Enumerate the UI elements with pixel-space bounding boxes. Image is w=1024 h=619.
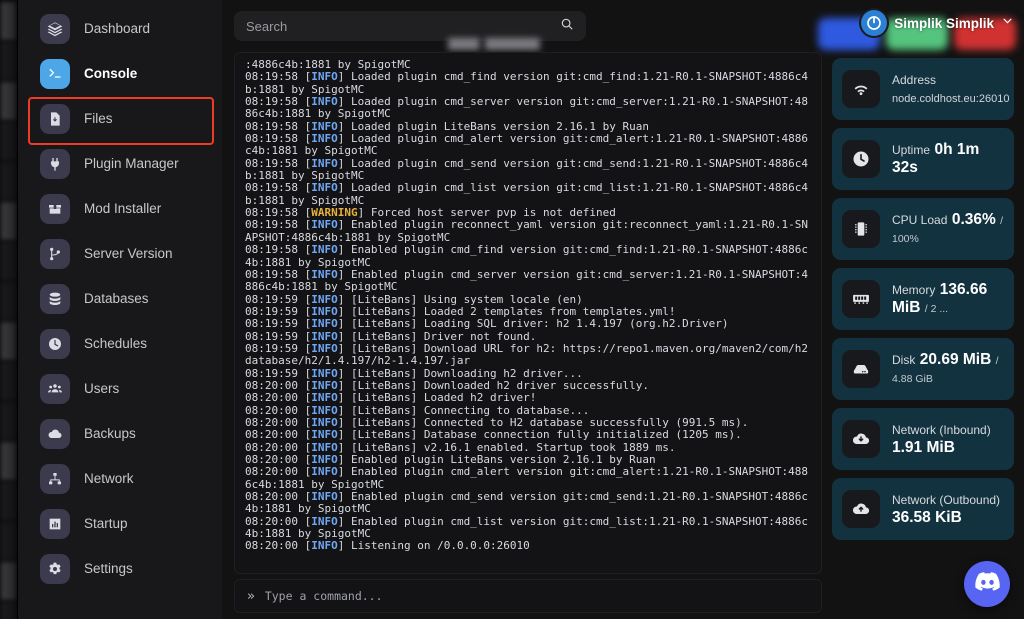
stat-card-network-inbound[interactable]: Network (Inbound) 1.91 MiB — [832, 408, 1014, 470]
stat-text: Uptime 0h 1m 32s — [892, 141, 1004, 177]
layers-icon — [40, 14, 70, 44]
clock-icon — [842, 140, 880, 178]
console-log-text: :4886c4b:1881 by SpigotMC 08:19:58 [INFO… — [245, 58, 808, 553]
sidebar-item-files[interactable]: Files — [26, 97, 214, 141]
sidebar-item-label: Files — [84, 110, 113, 126]
stat-text: Disk 20.69 MiB / 4.88 GiB — [892, 351, 1004, 387]
stat-value: 36.58 KiB — [892, 509, 962, 526]
stat-label: CPU Load — [892, 213, 948, 227]
stat-label: Network (Outbound) — [892, 493, 1001, 507]
stats-panel: Address node.coldhost.eu:26010 Uptime 0h… — [822, 52, 1014, 619]
sidebar-item-schedules[interactable]: Schedules — [26, 322, 214, 366]
sidebar-item-dashboard[interactable]: Dashboard — [26, 7, 214, 51]
console-output[interactable]: :4886c4b:1881 by SpigotMC 08:19:58 [INFO… — [234, 52, 822, 574]
sidebar: Dashboard Console Files Plugin Manager M — [18, 0, 222, 619]
stat-value-sub: / 2 ... — [924, 303, 949, 315]
sidebar-item-label: Databases — [84, 290, 149, 306]
search-input[interactable] — [246, 18, 552, 34]
sidebar-item-label: Dashboard — [84, 20, 151, 36]
topbar: Simplik Simplik — [222, 0, 1024, 52]
stat-card-cpu-load[interactable]: CPU Load 0.36% / 100% — [832, 198, 1014, 260]
sidebar-item-console[interactable]: Console — [26, 52, 214, 96]
sidebar-item-label: Backups — [84, 425, 136, 441]
sidebar-item-label: Users — [84, 380, 120, 396]
sidebar-item-label: Startup — [84, 515, 128, 531]
content-area: :4886c4b:1881 by SpigotMC 08:19:58 [INFO… — [222, 52, 1024, 619]
cloud-download-icon — [842, 420, 880, 458]
discord-button[interactable] — [964, 561, 1010, 607]
sidebar-item-startup[interactable]: Startup — [26, 502, 214, 546]
sidebar-item-label: Console — [84, 65, 138, 81]
clock-icon — [40, 329, 70, 359]
cloud-upload-icon — [842, 490, 880, 528]
sidebar-item-label: Mod Installer — [84, 200, 162, 216]
wifi-icon — [842, 70, 880, 108]
sidebar-item-label: Schedules — [84, 335, 148, 351]
sidebar-item-mod-installer[interactable]: Mod Installer — [26, 187, 214, 231]
stat-card-disk[interactable]: Disk 20.69 MiB / 4.88 GiB — [832, 338, 1014, 400]
adjacent-window-strip — [0, 0, 18, 619]
console-column: :4886c4b:1881 by SpigotMC 08:19:58 [INFO… — [234, 52, 822, 619]
users-icon — [40, 374, 70, 404]
stat-value: node.coldhost.eu:26010 — [892, 93, 1010, 105]
gear-icon — [40, 554, 70, 584]
stat-label: Network (Inbound) — [892, 423, 991, 437]
command-input[interactable] — [264, 589, 809, 603]
sidebar-item-settings[interactable]: Settings — [26, 547, 214, 591]
stat-text: Memory 136.66 MiB / 2 ... — [892, 281, 1004, 317]
network-icon — [40, 464, 70, 494]
stat-value: 0.36% — [951, 211, 996, 228]
command-bar[interactable]: » — [234, 579, 822, 613]
stat-label: Memory — [892, 283, 936, 297]
stat-label: Uptime — [892, 143, 931, 157]
sidebar-item-backups[interactable]: Backups — [26, 412, 214, 456]
sidebar-item-label: Settings — [84, 560, 133, 576]
search-icon[interactable] — [560, 17, 574, 36]
branch-icon — [40, 239, 70, 269]
stat-value: 20.69 MiB — [919, 351, 992, 368]
stat-label: Disk — [892, 353, 916, 367]
search-bar[interactable] — [234, 11, 586, 41]
sidebar-item-server-version[interactable]: Server Version — [26, 232, 214, 276]
user-menu[interactable]: Simplik Simplik — [861, 10, 1014, 36]
cpu-icon — [842, 210, 880, 248]
stat-card-uptime[interactable]: Uptime 0h 1m 32s — [832, 128, 1014, 190]
sidebar-item-label: Plugin Manager — [84, 155, 179, 171]
cloud-icon — [40, 419, 70, 449]
sidebar-item-network[interactable]: Network — [26, 457, 214, 501]
prompt-icon: » — [247, 588, 255, 604]
stat-card-memory[interactable]: Memory 136.66 MiB / 2 ... — [832, 268, 1014, 330]
sidebar-item-plugin-manager[interactable]: Plugin Manager — [26, 142, 214, 186]
stat-card-network-outbound[interactable]: Network (Outbound) 36.58 KiB — [832, 478, 1014, 540]
sidebar-item-label: Network — [84, 470, 134, 486]
sidebar-item-databases[interactable]: Databases — [26, 277, 214, 321]
chevron-down-icon[interactable] — [1001, 14, 1014, 32]
user-name-label: Simplik Simplik — [894, 15, 994, 31]
database-icon — [40, 284, 70, 314]
page-title-blurred — [448, 38, 540, 50]
app-root: Dashboard Console Files Plugin Manager M — [0, 0, 1024, 619]
sidebar-item-users[interactable]: Users — [26, 367, 214, 411]
terminal-icon — [40, 59, 70, 89]
package-icon — [40, 194, 70, 224]
ram-icon — [842, 280, 880, 318]
stat-text: CPU Load 0.36% / 100% — [892, 211, 1004, 247]
stat-value: 1.91 MiB — [892, 439, 955, 456]
file-icon — [40, 104, 70, 134]
discord-icon — [974, 572, 1000, 596]
stat-text: Network (Inbound) 1.91 MiB — [892, 421, 1004, 457]
plug-icon — [40, 149, 70, 179]
power-avatar-icon — [861, 10, 888, 36]
stat-text: Network (Outbound) 36.58 KiB — [892, 491, 1004, 527]
stat-text: Address node.coldhost.eu:26010 — [892, 71, 1009, 107]
chart-icon — [40, 509, 70, 539]
stat-label: Address — [892, 73, 937, 87]
sidebar-item-label: Server Version — [84, 245, 173, 261]
disk-icon — [842, 350, 880, 388]
stat-card-address[interactable]: Address node.coldhost.eu:26010 — [832, 58, 1014, 120]
main-area: Simplik Simplik :4886c4b:1881 by SpigotM… — [222, 0, 1024, 619]
